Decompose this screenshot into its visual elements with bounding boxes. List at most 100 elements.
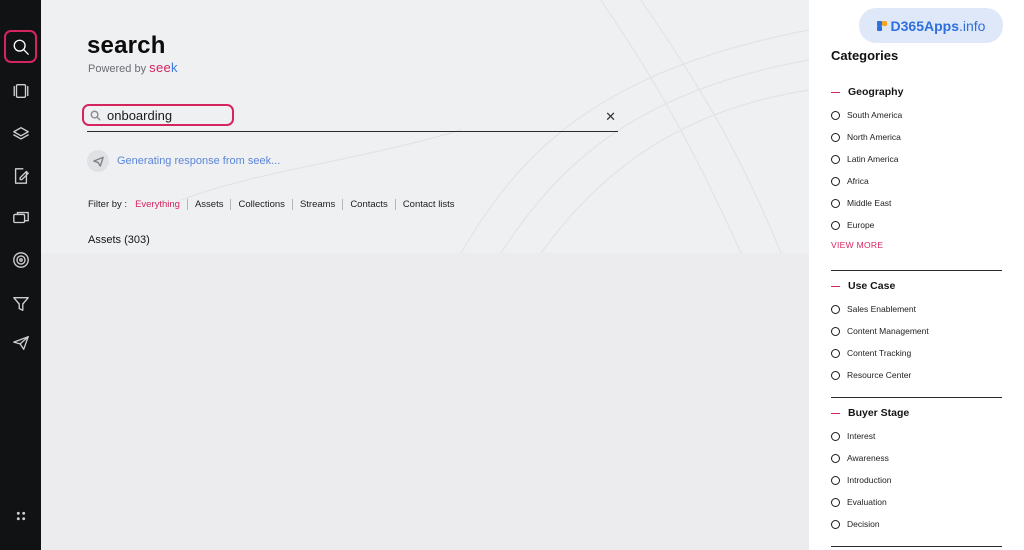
option-label: Europe bbox=[847, 220, 875, 230]
radio-button[interactable] bbox=[831, 110, 840, 120]
radio-button[interactable] bbox=[831, 348, 840, 358]
apps-grid-icon bbox=[16, 511, 25, 520]
radio-button[interactable] bbox=[831, 453, 840, 463]
filter-option-collections[interactable]: Collections bbox=[230, 199, 291, 210]
filter-option-streams[interactable]: Streams bbox=[291, 199, 342, 210]
radio-button[interactable] bbox=[831, 304, 840, 314]
send-icon bbox=[87, 150, 109, 172]
badge-text: D365Apps.info bbox=[891, 18, 986, 34]
section-title: Use Case bbox=[848, 280, 896, 292]
option-label: North America bbox=[847, 132, 901, 142]
category-option[interactable]: Europe bbox=[831, 214, 1002, 236]
nav-filter-button[interactable] bbox=[4, 287, 37, 320]
option-label: Middle East bbox=[847, 198, 892, 208]
section-divider bbox=[831, 270, 1002, 271]
option-label: Africa bbox=[847, 176, 869, 186]
category-option[interactable]: Awareness bbox=[831, 447, 1002, 469]
category-option[interactable]: Introduction bbox=[831, 469, 1002, 491]
filter-icon bbox=[12, 296, 29, 311]
filter-option-everything[interactable]: Everything bbox=[135, 199, 187, 210]
option-label: Decision bbox=[847, 519, 880, 529]
powered-by-text: Powered by seek bbox=[88, 60, 178, 75]
section-header[interactable]: Use Case bbox=[831, 279, 1002, 293]
layers-icon bbox=[12, 126, 29, 140]
section-header[interactable]: Buyer Stage bbox=[831, 406, 1002, 420]
radio-button[interactable] bbox=[831, 431, 840, 441]
category-option[interactable]: Evaluation bbox=[831, 491, 1002, 513]
option-label: Latin America bbox=[847, 154, 899, 164]
category-option[interactable]: Content Management bbox=[831, 320, 1002, 342]
section-divider bbox=[831, 546, 1002, 547]
option-label: Content Management bbox=[847, 326, 929, 336]
nav-search-button[interactable] bbox=[4, 30, 37, 63]
section-divider bbox=[831, 397, 1002, 398]
assets-count: Assets (303) bbox=[88, 234, 150, 246]
clear-search-button[interactable]: ✕ bbox=[605, 109, 616, 125]
option-label: Evaluation bbox=[847, 497, 887, 507]
search-icon bbox=[90, 110, 101, 121]
edit-document-icon bbox=[14, 167, 29, 184]
category-option[interactable]: Middle East bbox=[831, 192, 1002, 214]
nav-campaigns-button[interactable] bbox=[4, 243, 37, 276]
radio-button[interactable] bbox=[831, 154, 840, 164]
radio-button[interactable] bbox=[831, 326, 840, 336]
nav-showcase-button[interactable] bbox=[4, 74, 37, 107]
category-option[interactable]: Africa bbox=[831, 170, 1002, 192]
search-input[interactable]: onboarding bbox=[82, 104, 234, 126]
filter-bar: Filter by : Everything Assets Collection… bbox=[88, 199, 462, 210]
collapse-dash-icon bbox=[831, 91, 840, 93]
category-option[interactable]: Sales Enablement bbox=[831, 298, 1002, 320]
radio-button[interactable] bbox=[831, 475, 840, 485]
category-option[interactable]: Interest bbox=[831, 425, 1002, 447]
category-option[interactable]: South America bbox=[831, 104, 1002, 126]
section-header[interactable]: Geography bbox=[831, 85, 1002, 99]
category-option[interactable]: Content Tracking bbox=[831, 342, 1002, 364]
filter-option-assets[interactable]: Assets bbox=[186, 199, 231, 210]
search-bar: onboarding ✕ bbox=[82, 104, 618, 132]
radio-button[interactable] bbox=[831, 497, 840, 507]
chat-icon bbox=[12, 211, 29, 223]
nav-collections-button[interactable] bbox=[4, 117, 37, 150]
radio-button[interactable] bbox=[831, 220, 840, 230]
category-section-geography: Geography South America North America La… bbox=[831, 85, 1002, 250]
search-icon bbox=[13, 39, 29, 55]
brand-logo-icon bbox=[876, 20, 887, 31]
category-option[interactable]: Latin America bbox=[831, 148, 1002, 170]
left-nav-rail bbox=[0, 0, 41, 550]
option-label: Content Tracking bbox=[847, 348, 912, 358]
category-option[interactable]: Resource Center bbox=[831, 364, 1002, 386]
collapse-dash-icon bbox=[831, 285, 840, 287]
collapse-dash-icon bbox=[831, 412, 840, 414]
radio-button[interactable] bbox=[831, 198, 840, 208]
section-title: Buyer Stage bbox=[848, 407, 910, 419]
category-option[interactable]: North America bbox=[831, 126, 1002, 148]
carousel-icon bbox=[13, 83, 28, 98]
nav-editor-button[interactable] bbox=[4, 159, 37, 192]
filter-label: Filter by : bbox=[88, 199, 128, 210]
category-option[interactable]: Decision bbox=[831, 513, 1002, 535]
radio-button[interactable] bbox=[831, 519, 840, 529]
ai-generating-status: Generating response from seek... bbox=[87, 150, 280, 172]
option-label: Interest bbox=[847, 431, 876, 441]
section-title: Geography bbox=[848, 86, 904, 98]
badge-brand: D365Apps bbox=[890, 17, 959, 34]
nav-messages-button[interactable] bbox=[4, 201, 37, 234]
option-label: Introduction bbox=[847, 475, 892, 485]
target-icon bbox=[12, 251, 29, 268]
radio-button[interactable] bbox=[831, 176, 840, 186]
filter-option-contact-lists[interactable]: Contact lists bbox=[394, 199, 462, 210]
page-title: search bbox=[87, 32, 166, 59]
nav-send-button[interactable] bbox=[4, 326, 37, 359]
filter-option-contacts[interactable]: Contacts bbox=[342, 199, 395, 210]
radio-button[interactable] bbox=[831, 370, 840, 380]
search-input-value[interactable]: onboarding bbox=[107, 108, 172, 123]
nav-apps-button[interactable] bbox=[4, 499, 37, 532]
option-label: South America bbox=[847, 110, 903, 120]
categories-panel: D365Apps.info Categories Geography South… bbox=[809, 0, 1024, 550]
category-section-buyer-stage: Buyer Stage Interest Awareness Introduct… bbox=[831, 406, 1002, 535]
categories-title: Categories bbox=[831, 48, 899, 63]
radio-button[interactable] bbox=[831, 132, 840, 142]
powered-by-label: Powered by bbox=[88, 63, 147, 75]
search-main: search Powered by seek onboarding ✕ Gene… bbox=[41, 0, 809, 550]
view-more-link[interactable]: VIEW MORE bbox=[831, 240, 1002, 250]
